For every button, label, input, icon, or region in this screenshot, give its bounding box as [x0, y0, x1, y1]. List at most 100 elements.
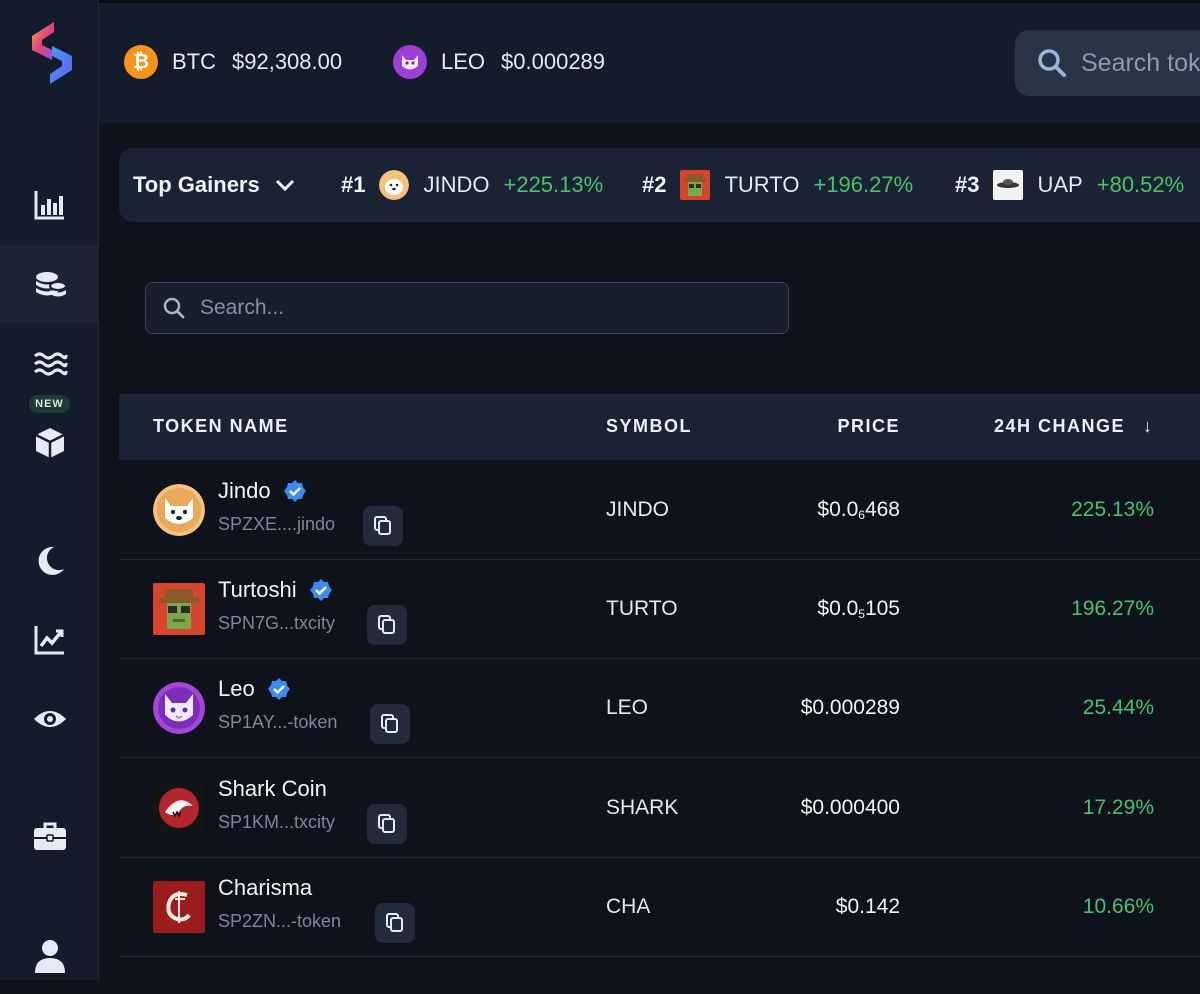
- gainer-rank: #1: [341, 172, 366, 197]
- chevron-down-icon: [275, 179, 294, 192]
- verified-badge-icon: [283, 480, 306, 502]
- token-symbol: TURTO: [606, 597, 678, 620]
- token-name[interactable]: Charisma: [218, 875, 312, 901]
- token-price: $0.142: [836, 895, 900, 919]
- table-row[interactable]: Turtoshi SPN7G...txcity TURTO $0.05105 1…: [119, 559, 1200, 659]
- nav-watchlist[interactable]: [0, 680, 99, 758]
- gainer-symbol: TURTO: [724, 172, 800, 197]
- token-price: $0.000289: [801, 696, 900, 720]
- table-header: TOKEN NAME SYMBOL PRICE 24H CHANGE ↓: [119, 394, 1200, 460]
- price-rest: 105: [864, 597, 900, 620]
- top-search-input[interactable]: Search tok: [1015, 30, 1200, 96]
- gainer-item[interactable]: #2 TURTO +196.27%: [642, 148, 913, 222]
- bar-chart-icon: [34, 191, 64, 220]
- verified-badge-icon: [309, 579, 332, 601]
- token-name-text: Turtoshi: [218, 577, 297, 602]
- bitcoin-icon: ₿: [124, 45, 158, 79]
- table-row[interactable]: Charisma SP2ZN...-token CHA $0.142 10.66…: [119, 857, 1200, 957]
- top-search-placeholder: Search tok: [1081, 48, 1200, 77]
- line-chart-icon: [34, 626, 64, 655]
- token-address: SPZXE....jindo: [218, 514, 336, 534]
- nav-trends[interactable]: [0, 601, 99, 679]
- copy-address-button[interactable]: [367, 605, 407, 645]
- gainer-item[interactable]: #3 UAP +80.52%: [955, 148, 1184, 222]
- coins-stack-icon: [35, 272, 67, 297]
- token-address: SP1KM...txcity: [218, 812, 336, 832]
- token-search-input[interactable]: Search...: [145, 282, 789, 334]
- gainer-symbol: JINDO: [423, 172, 490, 197]
- copy-icon: [378, 615, 395, 634]
- token-symbol: CHA: [606, 895, 651, 918]
- table-row[interactable]: Leo SP1AY...-token LEO $0.000289 25.44%: [119, 658, 1200, 758]
- price-main: $0.0: [817, 597, 859, 620]
- token-name[interactable]: Jindo: [218, 478, 307, 504]
- nav-box[interactable]: [0, 404, 99, 482]
- user-icon: [34, 940, 65, 973]
- copy-address-button[interactable]: [375, 903, 415, 943]
- price-zero-count: 6: [858, 508, 865, 522]
- ticker-symbol: BTC: [172, 49, 216, 74]
- gainer-change: +196.27%: [813, 172, 914, 197]
- token-price: $0.000400: [801, 796, 900, 820]
- search-icon: [163, 297, 185, 319]
- col-24h-change[interactable]: 24H CHANGE: [994, 416, 1125, 437]
- copy-address-button[interactable]: [367, 804, 407, 844]
- ufo-icon: [993, 170, 1024, 200]
- sort-arrow-icon[interactable]: ↓: [1143, 416, 1152, 437]
- token-name[interactable]: Leo: [218, 676, 291, 702]
- gainer-change: +225.13%: [503, 172, 604, 197]
- token-name-text: Leo: [218, 676, 255, 701]
- ticker-symbol: LEO: [441, 49, 486, 74]
- top-gainers-strip: Top Gainers #1 JINDO +225.13% #2 TURTO +…: [119, 148, 1200, 222]
- turtoshi-icon: [680, 170, 711, 200]
- cube-icon: [34, 428, 65, 458]
- price-rest: 468: [864, 498, 900, 521]
- gainer-item[interactable]: #1 JINDO +225.13%: [341, 148, 603, 222]
- charisma-avatar-icon: [153, 881, 205, 933]
- gainer-rank: #2: [642, 172, 667, 197]
- moon-icon: [38, 546, 64, 575]
- ticker-btc[interactable]: ₿ BTC $92,308.00: [124, 36, 342, 88]
- token-24h-change: 17.29%: [1082, 796, 1154, 819]
- jindo-avatar-icon: [153, 484, 205, 536]
- price-zero-count: 5: [858, 607, 865, 621]
- copy-address-button[interactable]: [370, 704, 410, 744]
- col-token-name[interactable]: TOKEN NAME: [153, 416, 289, 437]
- top-gainers-dropdown[interactable]: Top Gainers: [133, 172, 296, 198]
- briefcase-icon: [33, 822, 66, 850]
- token-address: SPN7G...txcity: [218, 613, 336, 633]
- turtoshi-avatar-icon: [153, 583, 205, 635]
- token-name-text: Charisma: [218, 875, 313, 900]
- nav-portfolio[interactable]: [0, 798, 99, 876]
- col-price[interactable]: PRICE: [837, 416, 900, 437]
- app-logo-icon[interactable]: [28, 20, 76, 86]
- waves-icon: [33, 352, 68, 376]
- table-row[interactable]: Shark Coin SP1KM...txcity SHARK $0.00040…: [119, 758, 1200, 858]
- nav-account[interactable]: [0, 916, 99, 994]
- token-name[interactable]: Shark Coin: [218, 776, 327, 802]
- nav-charts[interactable]: [0, 166, 99, 244]
- ticker-leo[interactable]: LEO $0.000289: [393, 36, 605, 88]
- token-price: $0.05105: [817, 597, 900, 621]
- top-border: [99, 0, 1200, 3]
- table-row[interactable]: Jindo SPZXE....jindo JINDO $0.06468 225.…: [119, 460, 1200, 560]
- token-24h-change: 10.66%: [1082, 895, 1154, 918]
- token-name[interactable]: Turtoshi: [218, 577, 333, 603]
- nav-pools[interactable]: [0, 324, 99, 402]
- gainer-rank: #3: [955, 172, 980, 197]
- token-symbol: LEO: [606, 696, 649, 719]
- copy-address-button[interactable]: [363, 506, 403, 546]
- nav-dark-mode[interactable]: [0, 522, 99, 600]
- verified-badge-icon: [267, 678, 290, 700]
- search-icon: [1038, 49, 1066, 77]
- top-gainers-title: Top Gainers: [133, 172, 260, 197]
- leo-avatar-icon: [153, 682, 205, 734]
- copy-icon: [386, 913, 403, 932]
- leo-cat-icon: [393, 45, 427, 79]
- col-symbol[interactable]: SYMBOL: [606, 416, 692, 437]
- search-placeholder: Search...: [200, 296, 285, 319]
- token-24h-change: 25.44%: [1082, 696, 1154, 719]
- token-address: SP2ZN...-token: [218, 911, 342, 931]
- token-24h-change: 225.13%: [1071, 498, 1154, 521]
- nav-tokens[interactable]: [0, 245, 99, 323]
